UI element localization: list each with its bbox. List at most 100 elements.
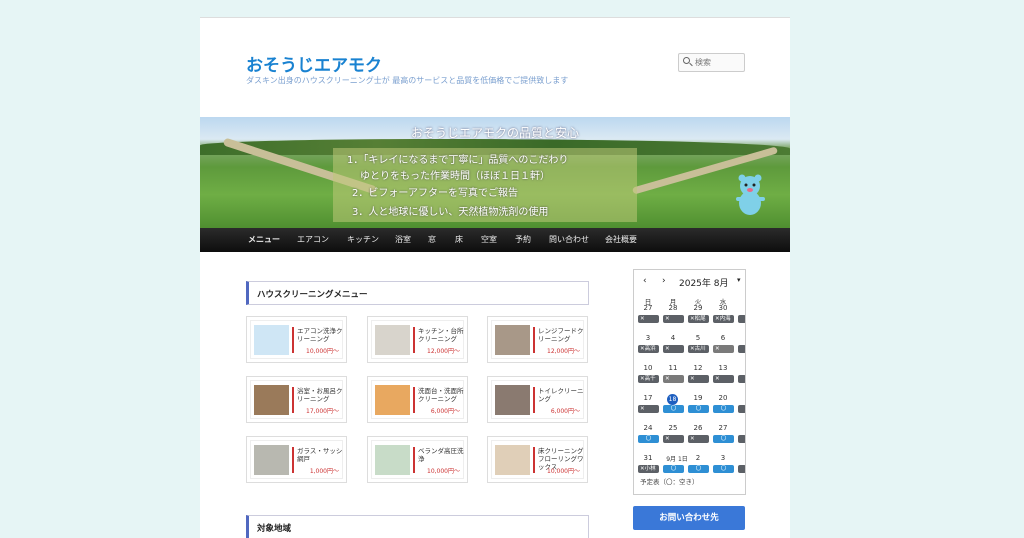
calendar-month-label: 2025年 8月 bbox=[679, 279, 729, 289]
calendar-badge-clipped bbox=[738, 315, 745, 323]
site-title[interactable]: おそうじエアモク bbox=[246, 51, 382, 76]
calendar-day[interactable]: 3 bbox=[715, 454, 731, 462]
menu-card-price: 12,000円〜 bbox=[427, 348, 460, 355]
menu-card-label: ガラス・サッシ網戸 bbox=[297, 447, 343, 463]
nav-item-bathroom[interactable]: 浴室 bbox=[395, 234, 411, 245]
menu-card-inner: レンジフードクリーニング 12,000円〜 bbox=[491, 320, 584, 359]
calendar-availability-badge[interactable]: 〇 bbox=[688, 405, 709, 413]
nav-item-menu[interactable]: メニュー bbox=[248, 234, 280, 245]
main-nav: メニュー エアコン キッチン 浴室 窓 床 空室 予約 問い合わせ 会社概要 bbox=[200, 228, 790, 252]
menu-card-price: 6,000円〜 bbox=[550, 408, 580, 415]
menu-card[interactable]: キッチン・台所クリーニング 12,000円〜 bbox=[367, 316, 468, 363]
calendar-availability-badge[interactable]: ✕ bbox=[663, 435, 684, 443]
calendar-day[interactable]: 24 bbox=[640, 424, 656, 432]
menu-card-inner: 床クリーニングフローリングワックス 10,000円〜 bbox=[491, 440, 584, 479]
menu-card-thumbnail bbox=[254, 325, 289, 355]
calendar-availability-badge[interactable]: ✕松尾 bbox=[688, 315, 709, 323]
calendar-availability-badge[interactable]: ✕高千 bbox=[638, 375, 659, 383]
calendar-day[interactable]: 20 bbox=[715, 394, 731, 402]
calendar-day[interactable]: 5 bbox=[690, 334, 706, 342]
calendar-day[interactable]: 31 bbox=[640, 454, 656, 462]
calendar-dropdown-icon[interactable]: ▾ bbox=[737, 276, 741, 284]
calendar-day[interactable]: 27 bbox=[715, 424, 731, 432]
banner-line-2: ゆとりをもった作業時間（ほぼ１日１軒） bbox=[360, 171, 550, 182]
calendar-availability-badge[interactable]: ✕小林 bbox=[638, 465, 659, 473]
calendar-availability-badge[interactable]: ✕内海 bbox=[713, 315, 734, 323]
calendar-day[interactable]: 2 bbox=[690, 454, 706, 462]
nav-item-kitchen[interactable]: キッチン bbox=[347, 234, 379, 245]
menu-card-price: 10,000円〜 bbox=[547, 468, 580, 475]
menu-card[interactable]: 洗面台・洗面所クリーニング 6,000円〜 bbox=[367, 376, 468, 423]
menu-card[interactable]: エアコン洗浄クリーニング 10,000円〜 bbox=[246, 316, 347, 363]
calendar-day[interactable]: 19 bbox=[690, 394, 706, 402]
nav-item-floor[interactable]: 床 bbox=[455, 234, 463, 245]
calendar-prev-button[interactable]: ‹ bbox=[643, 276, 647, 286]
menu-card-label: ベランダ高圧洗浄 bbox=[418, 447, 464, 463]
search-input[interactable]: 検索 bbox=[678, 53, 745, 72]
calendar-availability-badge[interactable]: 〇 bbox=[713, 405, 734, 413]
menu-card-price: 1,000円〜 bbox=[309, 468, 339, 475]
menu-card[interactable]: ガラス・サッシ網戸 1,000円〜 bbox=[246, 436, 347, 483]
calendar-availability-badge[interactable]: ✕ bbox=[663, 375, 684, 383]
calendar-availability-badge[interactable]: ✕ bbox=[663, 345, 684, 353]
menu-card-inner: キッチン・台所クリーニング 12,000円〜 bbox=[371, 320, 464, 359]
nav-item-company[interactable]: 会社概要 bbox=[605, 234, 637, 245]
calendar-day[interactable]: 28 bbox=[665, 304, 681, 312]
menu-card-label: 浴室・お風呂クリーニング bbox=[297, 387, 343, 403]
calendar-badge-clipped bbox=[738, 405, 745, 413]
menu-card[interactable]: 浴室・お風呂クリーニング 17,000円〜 bbox=[246, 376, 347, 423]
menu-card-thumbnail bbox=[254, 385, 289, 415]
calendar-availability-badge[interactable]: ✕古川 bbox=[688, 345, 709, 353]
nav-item-window[interactable]: 窓 bbox=[428, 234, 436, 245]
nav-item-booking[interactable]: 予約 bbox=[515, 234, 531, 245]
menu-card-inner: ガラス・サッシ網戸 1,000円〜 bbox=[250, 440, 343, 479]
calendar-availability-badge[interactable]: 〇 bbox=[713, 465, 734, 473]
menu-card-accent-bar bbox=[292, 447, 294, 473]
calendar-availability-badge[interactable]: ✕ bbox=[713, 345, 734, 353]
calendar-next-button[interactable]: › bbox=[662, 276, 666, 286]
calendar-day[interactable]: 13 bbox=[715, 364, 731, 372]
calendar-day[interactable]: 6 bbox=[715, 334, 731, 342]
menu-card[interactable]: レンジフードクリーニング 12,000円〜 bbox=[487, 316, 588, 363]
nav-item-aircon[interactable]: エアコン bbox=[297, 234, 329, 245]
header-banner: おそうじエアモクの品質と安心 1．「キレイになるまで丁寧に」品質へのこだわり ゆ… bbox=[200, 117, 790, 228]
today-marker: 18 bbox=[667, 394, 678, 405]
calendar-availability-badge[interactable]: ✕ bbox=[663, 315, 684, 323]
calendar-availability-badge[interactable]: ✕ bbox=[638, 315, 659, 323]
menu-card-label: 洗面台・洗面所クリーニング bbox=[418, 387, 464, 403]
calendar-badge-clipped bbox=[738, 435, 745, 443]
calendar-day[interactable]: 12 bbox=[690, 364, 706, 372]
menu-card[interactable]: 床クリーニングフローリングワックス 10,000円〜 bbox=[487, 436, 588, 483]
menu-card[interactable]: ベランダ高圧洗浄 10,000円〜 bbox=[367, 436, 468, 483]
calendar-day[interactable]: 9月 1日 bbox=[665, 454, 689, 463]
calendar-availability-badge[interactable]: 〇 bbox=[663, 405, 684, 413]
calendar-day[interactable]: 10 bbox=[640, 364, 656, 372]
nav-item-contact[interactable]: 問い合わせ bbox=[549, 234, 589, 245]
menu-card-inner: 浴室・お風呂クリーニング 17,000円〜 bbox=[250, 380, 343, 419]
contact-button[interactable]: お問い合わせ先 bbox=[633, 506, 745, 530]
calendar-availability-badge[interactable]: 〇 bbox=[688, 465, 709, 473]
calendar-day[interactable]: 11 bbox=[665, 364, 681, 372]
calendar-day[interactable]: 17 bbox=[640, 394, 656, 402]
calendar-day[interactable]: 25 bbox=[665, 424, 681, 432]
calendar-day[interactable]: 29 bbox=[690, 304, 706, 312]
calendar-day[interactable]: 3 bbox=[640, 334, 656, 342]
calendar-availability-badge[interactable]: 〇 bbox=[663, 465, 684, 473]
calendar-availability-badge[interactable]: ✕ bbox=[688, 435, 709, 443]
calendar-availability-badge[interactable]: ✕ bbox=[688, 375, 709, 383]
calendar-availability-badge[interactable]: ✕高浜 bbox=[638, 345, 659, 353]
menu-card-thumbnail bbox=[375, 325, 410, 355]
calendar-availability-badge[interactable]: 〇 bbox=[638, 435, 659, 443]
calendar-availability-badge[interactable]: 〇 bbox=[713, 435, 734, 443]
calendar-day[interactable]: 26 bbox=[690, 424, 706, 432]
menu-card-accent-bar bbox=[533, 327, 535, 353]
calendar-day[interactable]: 4 bbox=[665, 334, 681, 342]
calendar-day[interactable]: 30 bbox=[715, 304, 731, 312]
calendar-day[interactable]: 27 bbox=[640, 304, 656, 312]
calendar-availability-badge[interactable]: ✕ bbox=[638, 405, 659, 413]
menu-card-accent-bar bbox=[292, 387, 294, 413]
calendar-today[interactable]: 18 bbox=[665, 394, 681, 405]
calendar-availability-badge[interactable]: ✕ bbox=[713, 375, 734, 383]
nav-item-vacancy[interactable]: 空室 bbox=[481, 234, 497, 245]
menu-card[interactable]: トイレクリーニング 6,000円〜 bbox=[487, 376, 588, 423]
